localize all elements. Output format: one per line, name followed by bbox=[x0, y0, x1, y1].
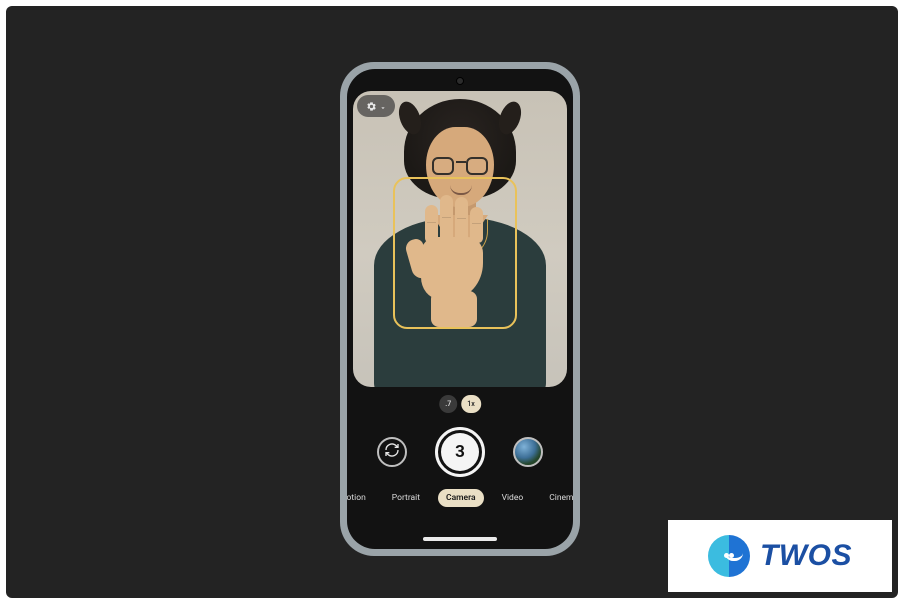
mode-portrait[interactable]: Portrait bbox=[384, 489, 428, 507]
modes-row[interactable]: Motion Portrait Camera Video Cinemat bbox=[347, 489, 573, 507]
zoom-option-wide[interactable]: .7 bbox=[439, 395, 457, 413]
stage-background: .7 1x 3 Motion Portrait Camera bbox=[6, 6, 898, 598]
watermark: TWOS bbox=[668, 520, 892, 592]
mode-video[interactable]: Video bbox=[494, 489, 532, 507]
camera-viewfinder[interactable] bbox=[353, 91, 567, 387]
controls-row: 3 bbox=[347, 427, 573, 477]
palm-gesture bbox=[413, 191, 491, 299]
camera-settings-button[interactable] bbox=[357, 95, 395, 117]
shutter-countdown: 3 bbox=[441, 433, 479, 471]
watermark-text: TWOS bbox=[760, 539, 852, 573]
zoom-option-1x[interactable]: 1x bbox=[461, 395, 481, 413]
zoom-selector: .7 1x bbox=[439, 395, 481, 413]
mode-cinematic[interactable]: Cinemat bbox=[541, 489, 573, 507]
switch-camera-button[interactable] bbox=[377, 437, 407, 467]
shutter-button[interactable]: 3 bbox=[435, 427, 485, 477]
gallery-thumbnail-button[interactable] bbox=[513, 437, 543, 467]
mode-motion[interactable]: Motion bbox=[347, 489, 374, 507]
watermark-logo bbox=[708, 535, 750, 577]
mode-camera[interactable]: Camera bbox=[438, 489, 484, 507]
phone-screen: .7 1x 3 Motion Portrait Camera bbox=[347, 69, 573, 549]
chevron-down-icon bbox=[379, 97, 387, 116]
gear-icon bbox=[366, 97, 377, 116]
phone-frame: .7 1x 3 Motion Portrait Camera bbox=[340, 62, 580, 556]
front-camera-dot bbox=[456, 77, 464, 85]
nav-gesture-bar[interactable] bbox=[423, 537, 497, 541]
switch-camera-icon bbox=[384, 442, 400, 462]
